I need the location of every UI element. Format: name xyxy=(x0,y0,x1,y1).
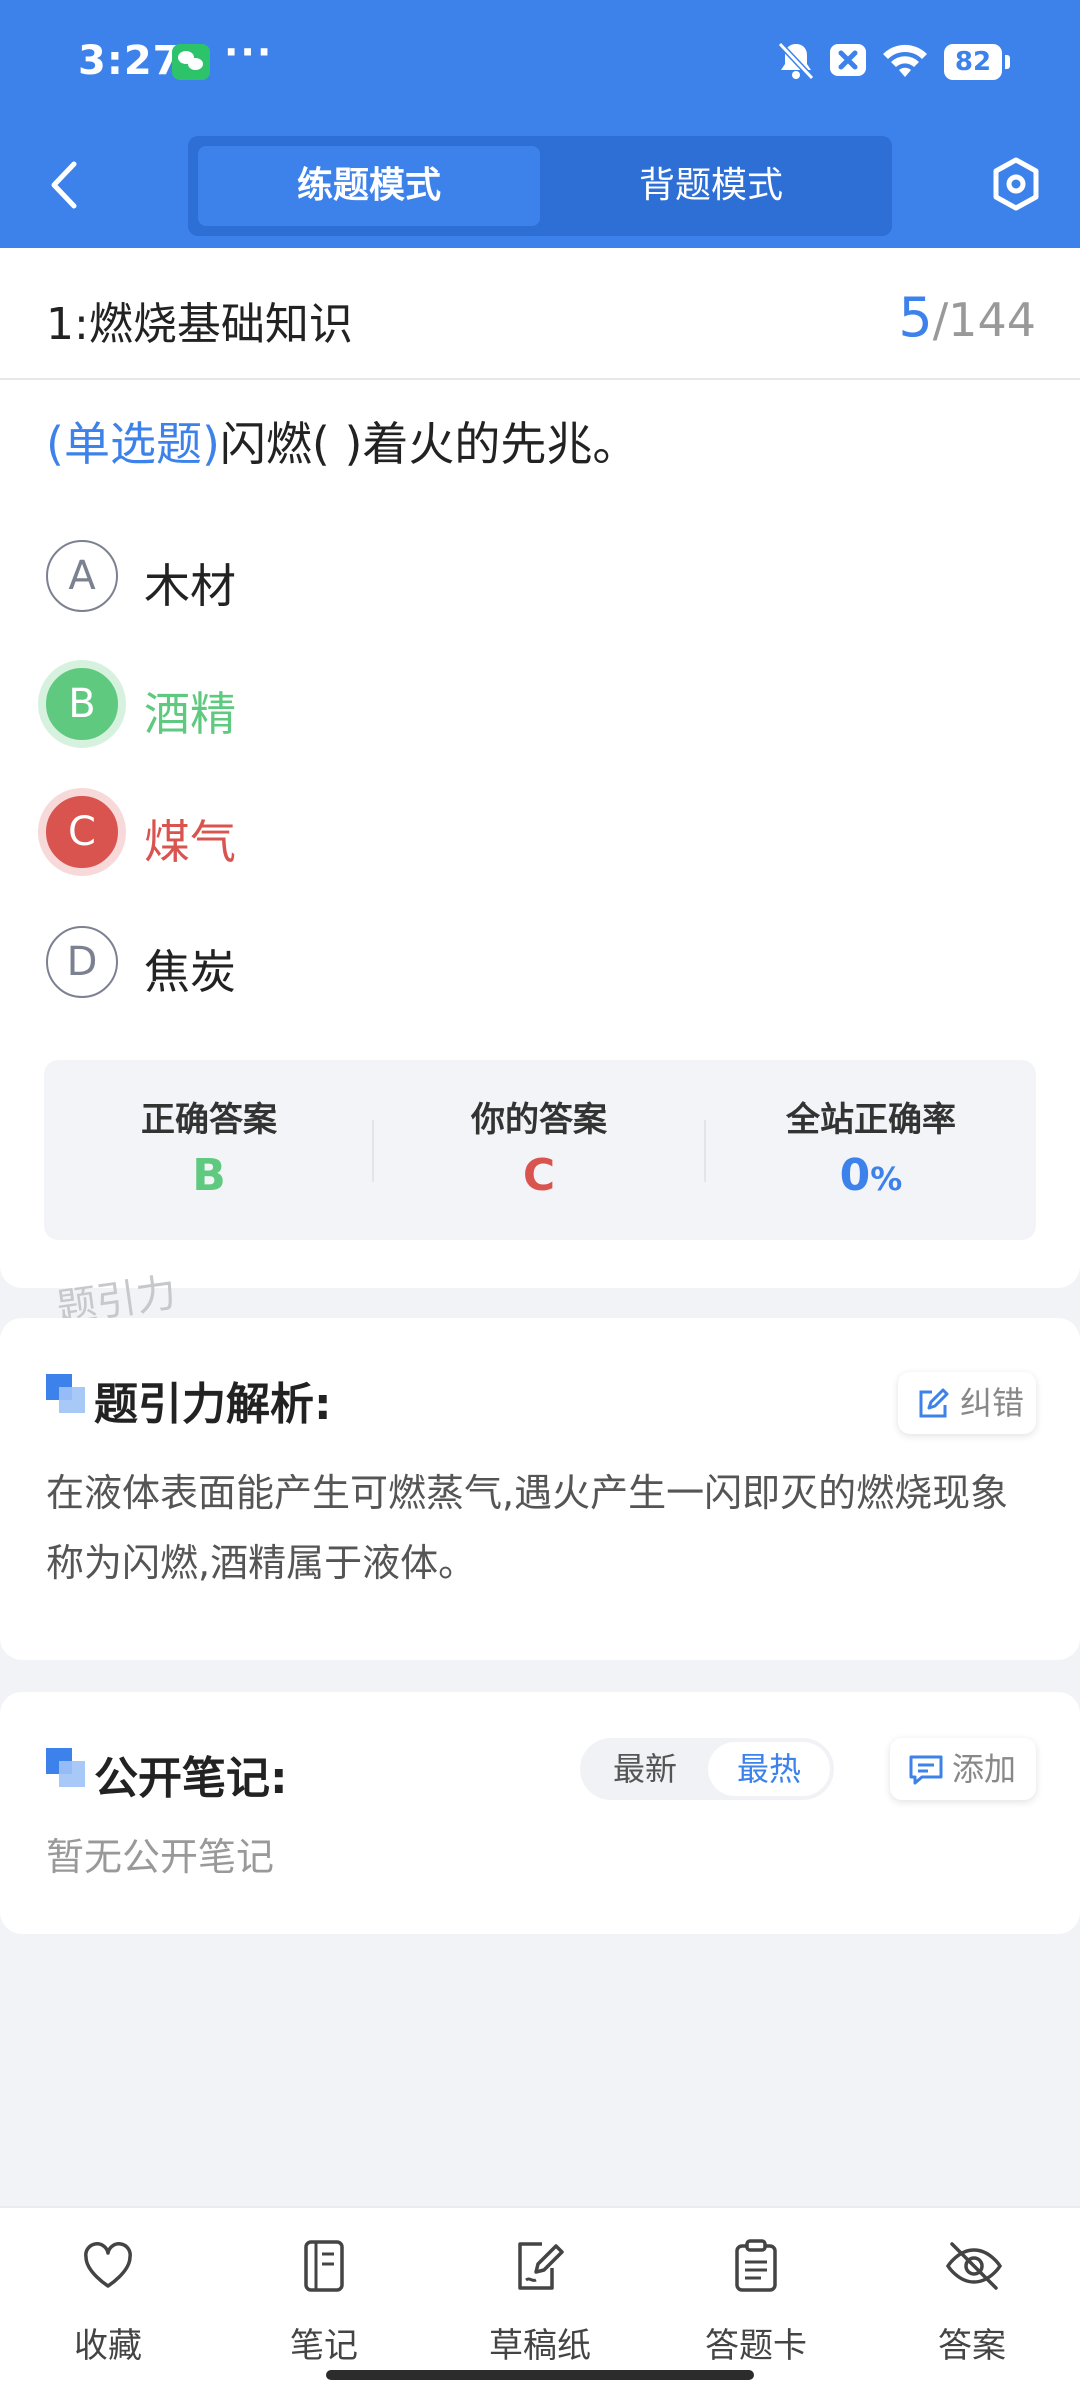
accuracy-block: 全站正确率 0% xyxy=(706,1060,1036,1240)
battery-indicator: 82 xyxy=(944,44,1010,80)
question-counter: 5/144 xyxy=(898,286,1036,349)
show-answer-button[interactable]: 答案 xyxy=(864,2228,1080,2378)
notes-title: 公开笔记: xyxy=(94,1753,288,1804)
clipboard-icon xyxy=(735,2239,777,2292)
public-notes-card: 公开笔记: 最新 最热 添加 暂无公开笔记 xyxy=(0,1692,1080,1934)
notes-sort-toggle: 最新 最热 xyxy=(580,1738,834,1800)
option-c[interactable]: C 煤气 xyxy=(44,794,944,874)
answer-card-label: 答题卡 xyxy=(705,2326,807,2366)
silent-bell-icon xyxy=(777,41,815,81)
report-error-label: 纠错 xyxy=(960,1384,1025,1422)
your-answer-label: 你的答案 xyxy=(471,1100,607,1140)
current-question-number: 5 xyxy=(898,286,933,349)
settings-icon[interactable] xyxy=(990,156,1042,212)
analysis-card: 题引力解析: 纠错 在液体表面能产生可燃蒸气,遇火产生一闪即灭的燃烧现象称为闪燃… xyxy=(0,1318,1080,1660)
tab-memorize-mode[interactable]: 背题模式 xyxy=(540,146,882,226)
heart-icon xyxy=(84,2242,132,2288)
tab-practice-mode[interactable]: 练题模式 xyxy=(198,146,540,226)
comment-icon xyxy=(909,1755,943,1785)
section-title: 1:燃烧基础知识 xyxy=(46,299,353,350)
question-type: (单选题) xyxy=(46,417,220,471)
section-marker-icon xyxy=(46,1374,86,1414)
option-d[interactable]: D 焦炭 xyxy=(44,924,944,1004)
option-text: 酒精 xyxy=(144,687,236,741)
accuracy-label: 全站正确率 xyxy=(786,1100,956,1140)
draft-paper-button[interactable]: 草稿纸 xyxy=(432,2228,648,2378)
option-letter: D xyxy=(46,926,118,998)
home-indicator[interactable] xyxy=(326,2370,754,2380)
sort-newest-button[interactable]: 最新 xyxy=(584,1742,706,1796)
section-header: 1:燃烧基础知识 5/144 xyxy=(0,248,1080,380)
wifi-icon xyxy=(883,44,927,77)
more-notifications-icon: ··· xyxy=(224,30,274,74)
section-marker-icon xyxy=(46,1748,86,1788)
status-time: 3:27 xyxy=(78,38,182,84)
your-answer-block: 你的答案 C xyxy=(374,1060,704,1240)
app-header: 3:27 ··· 82 练题模式 背题模式 xyxy=(0,0,1080,248)
option-letter: C xyxy=(46,796,118,868)
accuracy-number: 0 xyxy=(839,1150,871,1201)
correct-answer-block: 正确答案 B xyxy=(44,1060,374,1240)
option-text: 木材 xyxy=(144,559,236,613)
accuracy-unit: % xyxy=(870,1160,903,1198)
accuracy-value: 0% xyxy=(706,1150,1036,1201)
close-box-icon xyxy=(830,44,866,76)
favorite-button[interactable]: 收藏 xyxy=(0,2228,216,2378)
correct-answer-label: 正确答案 xyxy=(141,1100,277,1140)
option-b[interactable]: B 酒精 xyxy=(44,666,944,746)
answer-summary: 正确答案 B 你的答案 C 全站正确率 0% xyxy=(44,1060,1036,1240)
report-error-button[interactable]: 纠错 xyxy=(898,1372,1036,1434)
note-label: 笔记 xyxy=(290,2326,358,2366)
note-button[interactable]: 笔记 xyxy=(216,2228,432,2378)
eye-hidden-icon xyxy=(945,2242,1003,2290)
status-bar: 3:27 ··· 82 xyxy=(0,0,1080,126)
option-letter: A xyxy=(46,540,118,612)
show-answer-label: 答案 xyxy=(938,2326,1006,2366)
option-a[interactable]: A 木材 xyxy=(44,538,944,618)
empty-notes-text: 暂无公开笔记 xyxy=(46,1835,275,1879)
option-text: 煤气 xyxy=(144,815,236,869)
draft-paper-label: 草稿纸 xyxy=(489,2326,591,2366)
your-answer-value: C xyxy=(522,1150,556,1201)
correct-answer-value: B xyxy=(192,1150,226,1201)
mode-switch: 练题模式 背题模式 xyxy=(188,136,892,236)
favorite-label: 收藏 xyxy=(74,2326,142,2366)
answer-card-button[interactable]: 答题卡 xyxy=(648,2228,864,2378)
question-card: 1:燃烧基础知识 5/144 (单选题)闪燃( )着火的先兆。 A 木材 B 酒… xyxy=(0,248,1080,1288)
question-stem: (单选题)闪燃( )着火的先兆。 xyxy=(46,408,638,474)
sort-hot-button[interactable]: 最热 xyxy=(708,1742,830,1796)
notebook-icon xyxy=(304,2240,344,2292)
edit-icon xyxy=(919,1388,949,1418)
draft-icon xyxy=(518,2242,564,2290)
question-text: 闪燃( )着火的先兆。 xyxy=(219,417,639,471)
option-text: 焦炭 xyxy=(144,945,236,999)
back-arrow-icon[interactable] xyxy=(44,158,84,212)
analysis-text: 在液体表面能产生可燃蒸气,遇火产生一闪即灭的燃烧现象称为闪燃,酒精属于液体。 xyxy=(46,1471,1009,1585)
wechat-notification-icon xyxy=(172,44,210,80)
add-note-button[interactable]: 添加 xyxy=(890,1738,1036,1800)
analysis-title: 题引力解析: xyxy=(94,1379,332,1430)
total-questions: /144 xyxy=(932,293,1036,347)
add-note-label: 添加 xyxy=(952,1750,1017,1788)
option-letter: B xyxy=(46,668,118,740)
